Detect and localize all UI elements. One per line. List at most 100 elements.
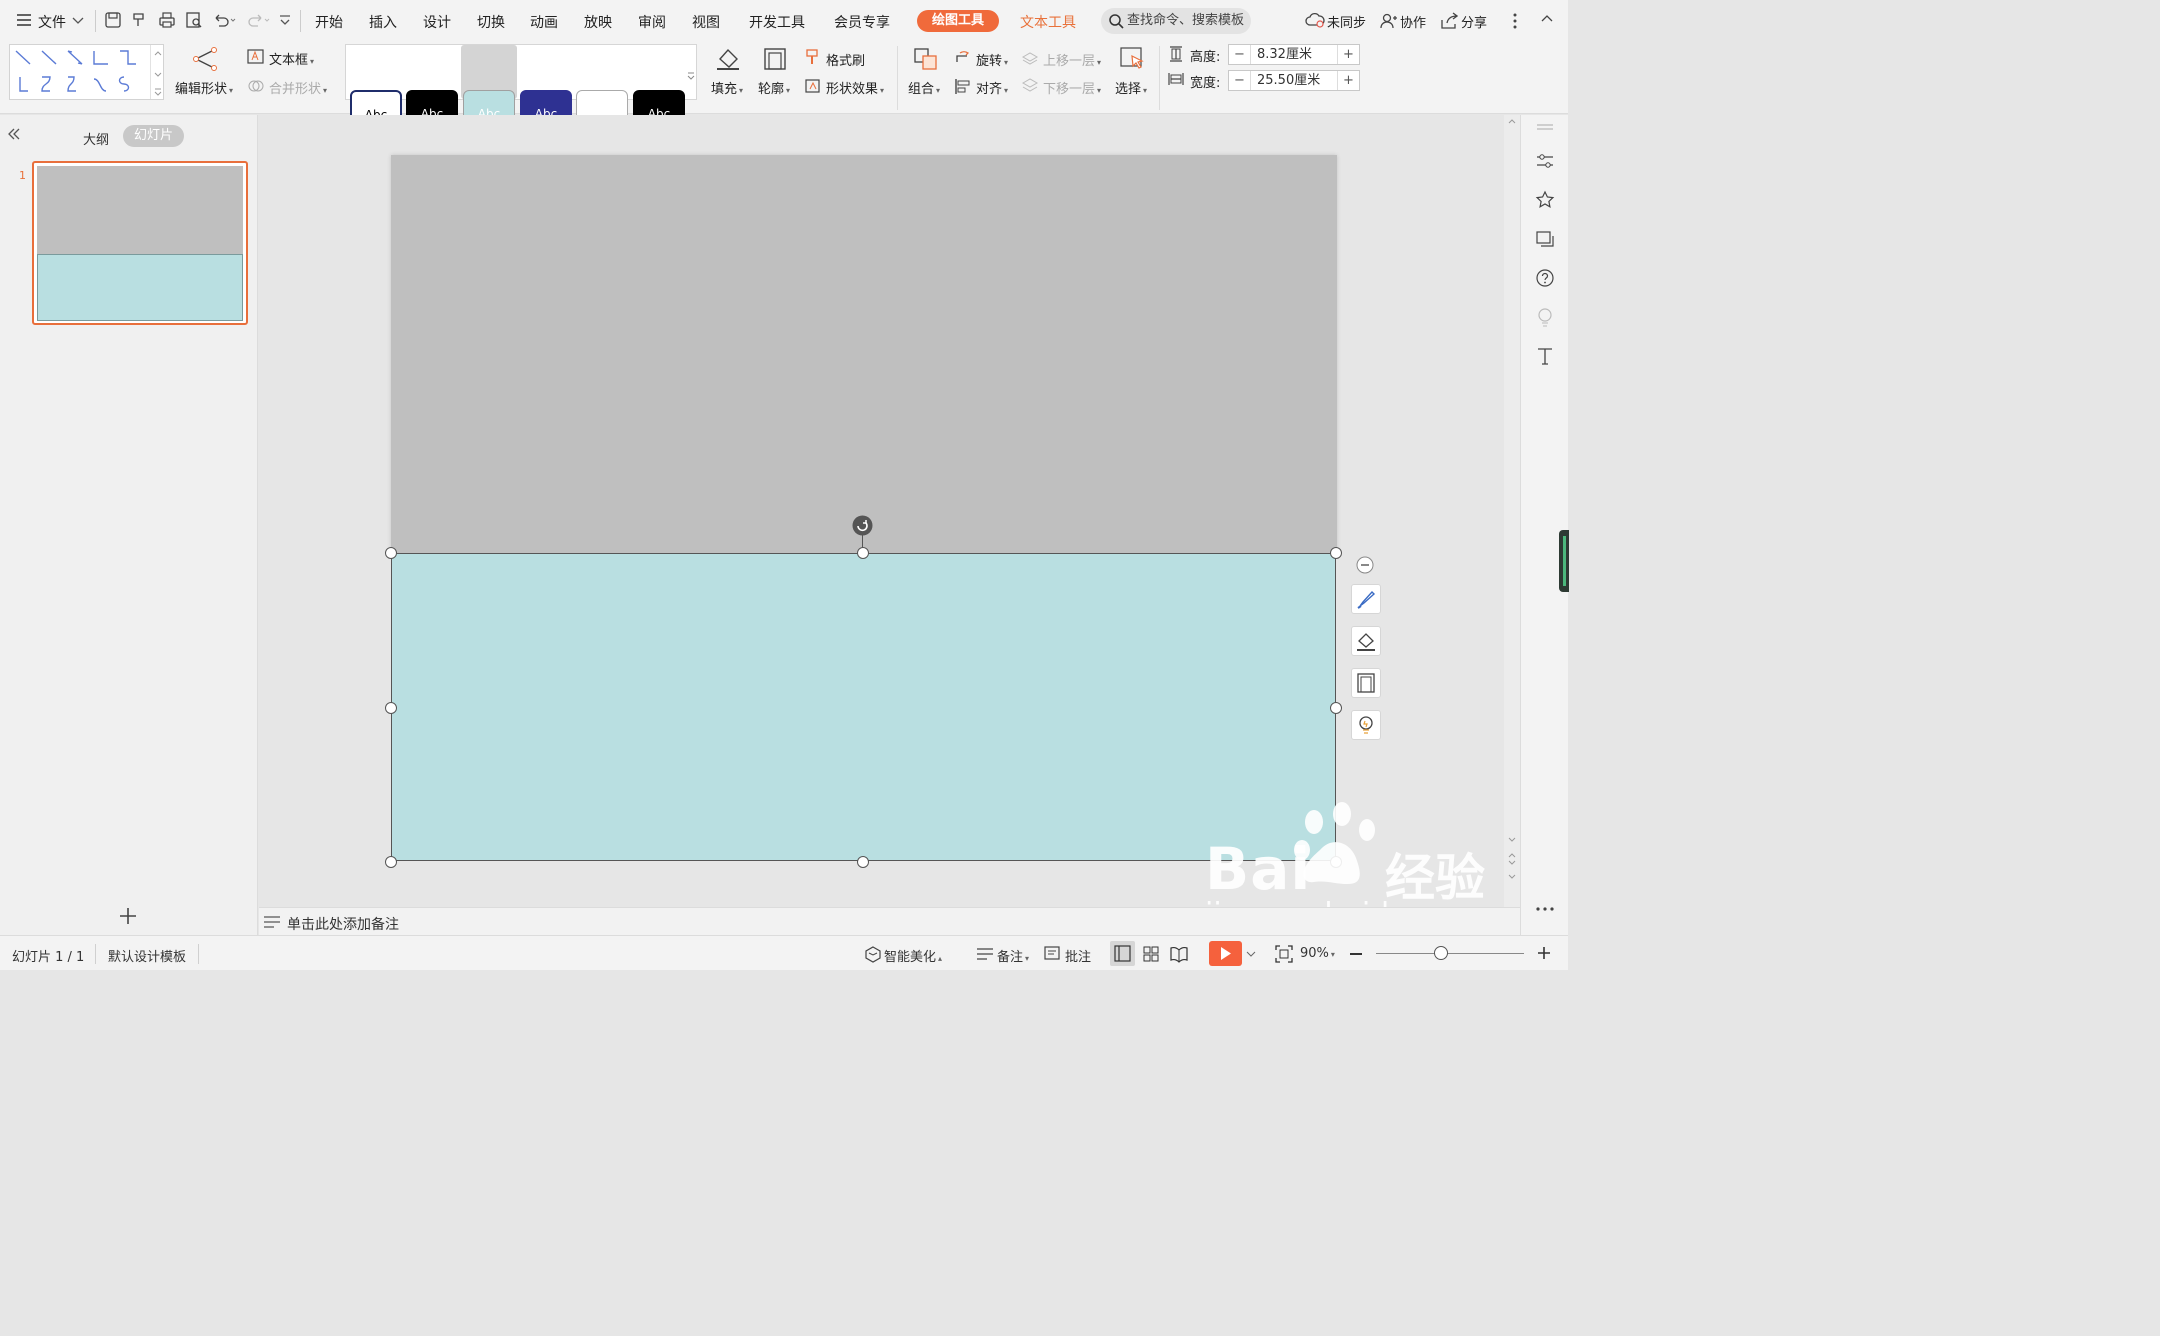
collaborate-button[interactable]: 协作 (1400, 12, 1426, 31)
outline-button[interactable]: 轮廓 ▾ (758, 78, 790, 97)
sync-status[interactable]: 未同步 (1327, 12, 1366, 31)
outline-icon[interactable] (761, 46, 789, 72)
fit-window-icon[interactable] (1274, 944, 1294, 964)
slide-thumbnail[interactable] (32, 161, 248, 325)
format-painter-icon[interactable] (131, 11, 151, 31)
resize-handle[interactable] (385, 856, 397, 868)
textbox-button[interactable]: 文本框 ▾ (269, 49, 314, 68)
rotate-icon[interactable] (954, 48, 972, 66)
width-value[interactable]: 25.50厘米 (1257, 71, 1320, 90)
connector-shapes[interactable] (10, 45, 150, 99)
design-template[interactable]: 默认设计模板 (108, 946, 186, 965)
height-value[interactable]: 8.32厘米 (1257, 45, 1312, 64)
tab-outline[interactable]: 大纲 (83, 129, 109, 148)
quick-fill-button[interactable] (1351, 626, 1381, 656)
group-icon[interactable] (912, 46, 940, 72)
collaborate-icon[interactable] (1379, 12, 1397, 30)
edit-shape-icon[interactable] (190, 46, 220, 72)
zoom-in-button[interactable] (1537, 946, 1551, 960)
share-icon[interactable] (1440, 12, 1458, 30)
rotate-handle-icon[interactable] (852, 515, 873, 536)
play-slideshow-button[interactable] (1209, 941, 1242, 966)
normal-view-button[interactable] (1110, 941, 1135, 966)
fill-icon[interactable] (714, 46, 742, 72)
notes-toggle-button[interactable]: 备注 ▾ (997, 946, 1029, 965)
redo-icon[interactable] (247, 11, 270, 31)
reading-view-icon[interactable] (1169, 944, 1189, 964)
zoom-slider-thumb[interactable] (1434, 946, 1448, 960)
save-icon[interactable] (104, 11, 124, 31)
collapse-panel-icon[interactable] (7, 128, 21, 140)
select-button[interactable]: 选择 ▾ (1115, 78, 1147, 97)
tab-view[interactable]: 视图 (692, 12, 720, 32)
settings-sliders-icon[interactable] (1535, 151, 1555, 171)
comments-button[interactable]: 批注 (1065, 946, 1091, 965)
more-horizontal-icon[interactable] (1535, 905, 1555, 913)
zoom-level[interactable]: 90% ▾ (1300, 946, 1335, 961)
resize-handle[interactable] (857, 856, 869, 868)
grid-view-icon[interactable] (1141, 944, 1161, 964)
text-format-icon[interactable] (1535, 346, 1555, 366)
tab-design[interactable]: 设计 (423, 12, 451, 32)
rotate-button[interactable]: 旋转 ▾ (976, 50, 1008, 69)
drag-handle-icon[interactable] (1536, 123, 1554, 131)
more-vertical-icon[interactable] (1510, 12, 1520, 30)
align-icon[interactable] (954, 77, 972, 95)
zoom-slider-track[interactable] (1376, 953, 1524, 954)
select-icon[interactable] (1119, 46, 1147, 72)
format-painter-icon[interactable] (804, 48, 822, 66)
comment-icon[interactable] (1043, 945, 1061, 963)
fill-button[interactable]: 填充 ▾ (711, 78, 743, 97)
chevron-down-icon[interactable] (72, 15, 84, 25)
tab-animation[interactable]: 动画 (530, 12, 558, 32)
group-button[interactable]: 组合 ▾ (908, 78, 940, 97)
textbox-icon[interactable] (247, 49, 265, 65)
quick-ai-button[interactable] (1351, 710, 1381, 740)
undo-icon[interactable] (212, 11, 236, 31)
cloud-sync-icon[interactable] (1305, 12, 1325, 28)
vertical-scrollbar[interactable] (1504, 115, 1520, 907)
notes-toggle-icon[interactable] (976, 947, 994, 961)
search-box[interactable]: 查找命令、搜索模板 (1101, 8, 1251, 34)
selected-rectangle-shape[interactable] (391, 553, 1336, 861)
customize-toolbar-icon[interactable] (278, 11, 298, 31)
file-menu[interactable]: 文件 (38, 12, 66, 32)
width-stepper[interactable]: − 25.50厘米 + (1228, 70, 1360, 91)
increment-button[interactable]: + (1337, 45, 1359, 64)
chevron-up-icon[interactable] (1540, 12, 1554, 26)
beautify-icon[interactable] (864, 945, 882, 963)
gallery-scroll[interactable] (150, 45, 164, 99)
increment-button[interactable]: + (1337, 71, 1359, 90)
tab-text-tools[interactable]: 文本工具 (1020, 12, 1076, 32)
notes-bar[interactable]: 单击此处添加备注 (259, 907, 1520, 935)
tab-drawing-tools[interactable]: 绘图工具 (917, 10, 999, 32)
tab-developer[interactable]: 开发工具 (749, 12, 805, 32)
hamburger-icon[interactable] (16, 13, 32, 27)
tab-review[interactable]: 审阅 (638, 12, 666, 32)
resize-handle[interactable] (385, 702, 397, 714)
play-options-chevron-icon[interactable] (1246, 950, 1256, 958)
decrement-button[interactable]: − (1229, 45, 1251, 64)
tab-member[interactable]: 会员专享 (834, 12, 890, 32)
notes-placeholder[interactable]: 单击此处添加备注 (287, 914, 399, 934)
resize-handle[interactable] (857, 547, 869, 559)
decrement-button[interactable]: − (1229, 71, 1251, 90)
animation-star-icon[interactable] (1535, 190, 1555, 210)
resize-handle[interactable] (385, 547, 397, 559)
slide-transition-icon[interactable] (1535, 229, 1555, 249)
quick-outline-button[interactable] (1351, 668, 1381, 698)
add-slide-icon[interactable] (118, 906, 138, 926)
slide-background[interactable] (391, 155, 1337, 553)
side-handle[interactable] (1559, 530, 1569, 592)
collapse-toolbar-icon[interactable] (1356, 556, 1374, 574)
edit-shape-button[interactable]: 编辑形状 ▾ (175, 78, 233, 97)
shape-gallery[interactable] (9, 44, 164, 100)
shape-effects-icon[interactable] (804, 77, 822, 95)
height-stepper[interactable]: − 8.32厘米 + (1228, 44, 1360, 65)
align-button[interactable]: 对齐 ▾ (976, 78, 1008, 97)
zoom-out-button[interactable] (1350, 953, 1362, 955)
beautify-button[interactable]: 智能美化 ▴ (884, 946, 942, 965)
tab-insert[interactable]: 插入 (369, 12, 397, 32)
resize-handle[interactable] (1330, 547, 1342, 559)
print-icon[interactable] (158, 11, 178, 31)
